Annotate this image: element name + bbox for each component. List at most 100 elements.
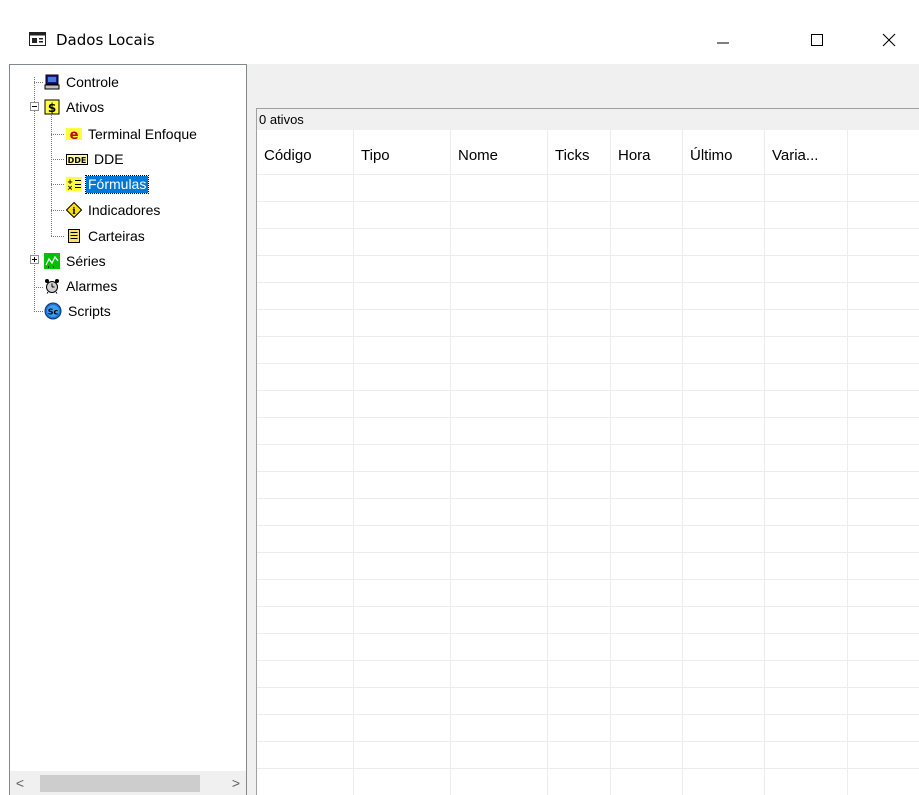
indicator-diamond-icon: i [65,201,83,219]
enfoque-e-icon: e [66,126,82,143]
tree-item-label: Terminal Enfoque [88,125,197,142]
grid-row-line [257,714,919,715]
tree-item-terminal-enfoque[interactable]: e Terminal Enfoque [66,123,199,145]
svg-text:Sc: Sc [48,308,59,317]
tree-connector [51,134,65,135]
column-header-codigo[interactable]: Código [257,130,353,170]
grid-row-line [257,444,919,445]
scroll-thumb[interactable] [40,775,200,792]
grid-row-line [257,498,919,499]
tree-connector [51,113,52,237]
grid-row-line [257,687,919,688]
grid-row-line [257,768,919,769]
grid-column-line [764,130,765,795]
column-header-hora[interactable]: Hora [611,130,682,170]
grid-row-line [257,741,919,742]
grid-row-line [257,525,919,526]
tree-item-indicadores[interactable]: i Indicadores [65,199,162,221]
tree-connector [51,236,65,237]
tree-connector [34,311,44,312]
close-icon [882,33,896,47]
svg-text:$: $ [48,101,56,115]
tree-item-label: Alarmes [66,277,118,294]
assets-grid[interactable]: Código Tipo Nome Ticks Hora Último Varia… [256,130,919,795]
svg-text:DDE: DDE [68,156,87,165]
grid-row-line [257,660,919,661]
close-button[interactable] [866,20,912,60]
grid-column-line [847,130,848,795]
scroll-left-arrow-icon[interactable]: < [10,771,30,795]
app-window-icon [29,32,46,46]
grid-row-line [257,255,919,256]
tree-item-dde[interactable]: DDE DDE [66,148,126,170]
tree-item-label: Controle [66,73,119,90]
grid-row-line [257,390,919,391]
grid-row-line [257,201,919,202]
tree-item-label: Scripts [68,302,111,319]
svg-text:i: i [72,207,76,217]
tree-item-alarmes[interactable]: Alarmes [44,275,119,297]
tree-horizontal-scrollbar[interactable]: < > [10,771,246,795]
window-title: Dados Locais [56,31,155,49]
tree-item-label: Ativos [66,98,105,115]
tree-connector [51,184,65,185]
grid-column-line [610,130,611,795]
alarm-clock-icon [44,278,60,294]
tree-item-label: Carteiras [88,227,145,244]
asset-count-bar: 0 ativos [256,108,919,130]
tree-item-label: Fórmulas [84,174,150,194]
column-header-tipo[interactable]: Tipo [354,130,450,170]
grid-row-line [257,282,919,283]
formula-icon: + × [66,176,82,192]
grid-row-line [257,336,919,337]
grid-row-line [257,309,919,310]
grid-column-line [682,130,683,795]
maximize-icon [811,34,823,46]
scroll-right-arrow-icon[interactable]: > [226,771,246,795]
tree-item-controle[interactable]: Controle [44,71,121,93]
grid-row-line [257,552,919,553]
tree-connector [34,287,44,288]
portfolio-icon [66,228,82,244]
grid-row-line [257,417,919,418]
minimize-icon [717,42,729,44]
grid-row-line [257,363,919,364]
grid-row-line [257,606,919,607]
svg-text:e: e [70,128,79,142]
tree-connector [34,77,35,311]
grid-row-line [257,633,919,634]
column-header-ticks[interactable]: Ticks [548,130,610,170]
dollar-icon: $ [44,99,60,115]
tree-item-label: DDE [94,150,124,167]
minimize-button[interactable] [700,20,746,60]
tree-connector [51,210,65,211]
grid-row-line [257,228,919,229]
expand-toggle-series[interactable] [30,255,39,264]
computer-icon [44,74,60,90]
tree-panel[interactable]: Controle $ Ativos e Terminal Enfoque DDE… [9,64,247,795]
grid-row-line [257,174,919,175]
tree-item-scripts[interactable]: Sc Scripts [44,300,113,322]
tree-item-label: Séries [66,252,106,269]
column-header-ultimo[interactable]: Último [683,130,764,170]
tree-connector [34,82,44,83]
collapse-toggle-ativos[interactable] [30,102,39,111]
chart-series-icon [44,253,60,269]
column-header-nome[interactable]: Nome [451,130,547,170]
tree-item-series[interactable]: Séries [44,250,108,272]
grid-row-line [257,471,919,472]
column-header-variacao[interactable]: Varia... [765,130,847,170]
title-bar: Dados Locais [0,0,919,64]
maximize-button[interactable] [794,20,840,60]
tree-item-carteiras[interactable]: Carteiras [66,225,147,247]
dde-icon: DDE [66,151,88,167]
grid-row-line [257,579,919,580]
tree-item-ativos[interactable]: $ Ativos [44,96,106,118]
asset-count-text: 0 ativos [259,112,304,127]
tree-item-formulas[interactable]: + × Fórmulas [66,173,150,195]
grid-column-line [450,130,451,795]
tree-connector [51,159,65,160]
svg-text:×: × [67,184,73,192]
grid-header-row: Código Tipo Nome Ticks Hora Último Varia… [257,130,919,170]
scripts-sc-icon: Sc [44,302,62,320]
